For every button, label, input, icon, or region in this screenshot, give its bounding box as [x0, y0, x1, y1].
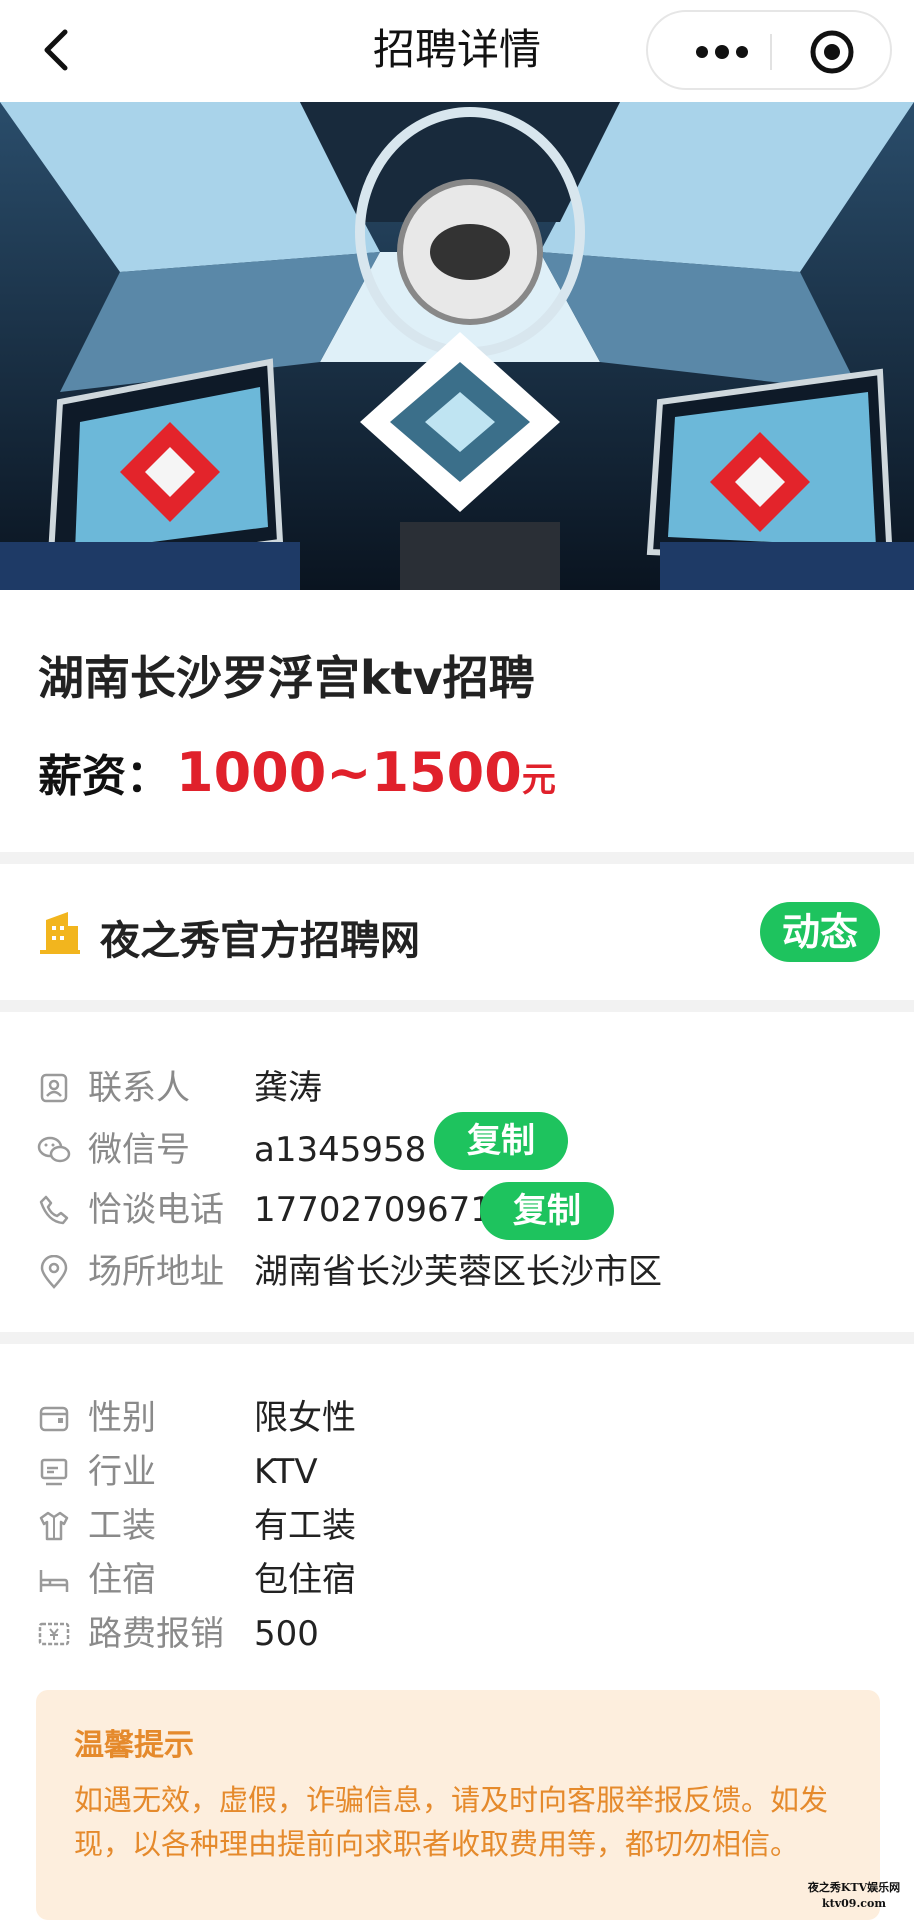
watermark-line2: ktv09.com: [822, 1897, 886, 1910]
navigation-bar: 招聘详情: [0, 0, 914, 102]
accommodation-value: 包住宿: [254, 1560, 356, 1600]
copy-phone-button[interactable]: 复制: [480, 1182, 614, 1240]
wechat-value: a1345958: [254, 1130, 427, 1170]
accommodation-row: 住宿 包住宿: [0, 1552, 914, 1608]
wechat-label: 微信号: [88, 1130, 190, 1170]
salary-row: 薪资： 1000~1500 元: [38, 740, 556, 804]
uniform-icon: [36, 1508, 72, 1544]
industry-label: 行业: [88, 1452, 156, 1492]
gender-label: 性别: [88, 1398, 156, 1438]
venue-banner-image: [0, 102, 914, 590]
industry-value: KTV: [254, 1452, 318, 1492]
more-dots-icon[interactable]: [682, 32, 762, 72]
building-icon: [38, 910, 80, 954]
warm-tip-box: 温馨提示 如遇无效，虚假，诈骗信息，请及时向客服举报反馈。如发现，以各种理由提前…: [36, 1690, 880, 1920]
close-target-icon[interactable]: [808, 28, 856, 76]
bed-icon: [36, 1562, 72, 1598]
tip-title: 温馨提示: [74, 1728, 194, 1763]
mini-program-capsule: [646, 10, 892, 90]
gender-icon: [36, 1400, 72, 1436]
money-icon: [36, 1616, 72, 1652]
address-row: 场所地址 湖南省长沙芙蓉区长沙市区: [0, 1244, 914, 1300]
company-name: 夜之秀官方招聘网: [100, 918, 420, 964]
gender-row: 性别 限女性: [0, 1390, 914, 1446]
contact-value: 龚涛: [254, 1068, 322, 1108]
uniform-label: 工装: [88, 1506, 156, 1546]
contact-card: 联系人 龚涛 微信号 a1345958 复制 恰谈电话 17702709671 …: [0, 1012, 914, 1332]
contact-row: 联系人 龚涛: [0, 1060, 914, 1116]
travel-reimbursement-row: 路费报销 500: [0, 1606, 914, 1662]
uniform-row: 工装 有工装: [0, 1498, 914, 1554]
capsule-divider: [770, 34, 772, 70]
contact-label: 联系人: [88, 1068, 190, 1108]
site-watermark: 夜之秀KTV娱乐网 ktv09.com: [794, 1880, 914, 1912]
watermark-line1: 夜之秀KTV娱乐网: [807, 1881, 901, 1894]
copy-wechat-button[interactable]: 复制: [434, 1112, 568, 1170]
address-value: 湖南省长沙芙蓉区长沙市区: [254, 1252, 662, 1292]
salary-value: 1000~1500: [176, 741, 522, 804]
contact-icon: [36, 1070, 72, 1106]
salary-unit: 元: [521, 760, 556, 800]
dynamic-button[interactable]: 动态: [760, 902, 880, 962]
location-icon: [36, 1254, 72, 1290]
tip-text: 如遇无效，虚假，诈骗信息，请及时向客服举报反馈。如发现，以各种理由提前向求职者收…: [74, 1783, 829, 1861]
salary-label: 薪资：: [38, 751, 170, 802]
industry-icon: [36, 1454, 72, 1490]
address-label: 场所地址: [88, 1252, 224, 1292]
job-title: 湖南长沙罗浮宫ktv招聘: [38, 651, 535, 705]
accommodation-label: 住宿: [88, 1560, 156, 1600]
company-card[interactable]: 夜之秀官方招聘网 动态: [0, 864, 914, 1000]
travel-reimbursement-label: 路费报销: [88, 1614, 224, 1654]
gender-value: 限女性: [254, 1398, 356, 1438]
phone-label: 恰谈电话: [88, 1190, 224, 1230]
uniform-value: 有工装: [254, 1506, 356, 1546]
industry-row: 行业 KTV: [0, 1444, 914, 1500]
job-header-card: 湖南长沙罗浮宫ktv招聘 薪资： 1000~1500 元: [0, 590, 914, 852]
phone-value: 17702709671: [254, 1190, 492, 1230]
travel-reimbursement-value: 500: [254, 1614, 319, 1654]
wechat-icon: [36, 1132, 72, 1168]
phone-row: 恰谈电话 17702709671: [0, 1182, 914, 1238]
phone-icon: [36, 1192, 72, 1228]
